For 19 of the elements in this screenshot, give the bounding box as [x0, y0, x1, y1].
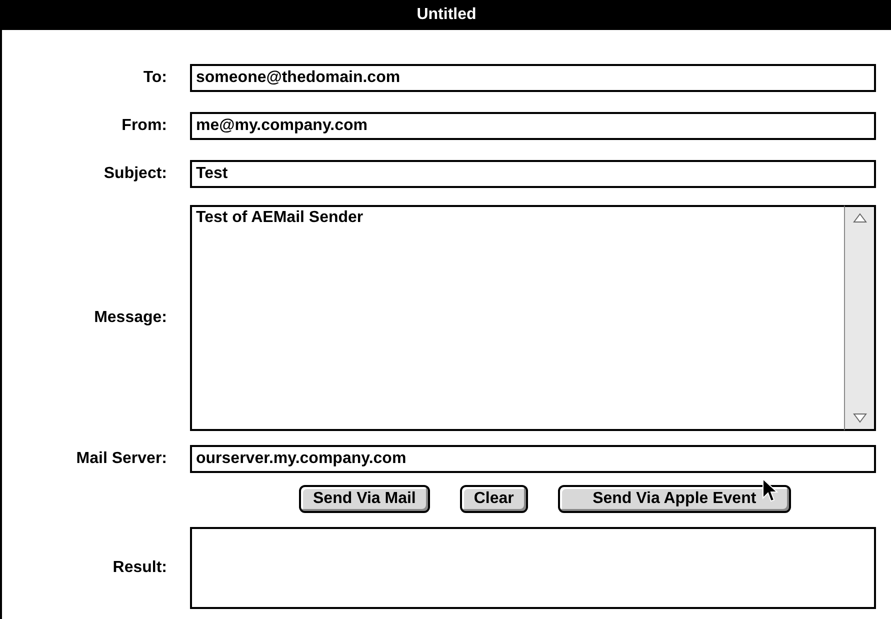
- field-label: Mail Server:: [75, 449, 167, 469]
- field-label: Result:: [112, 558, 167, 578]
- scrollbar[interactable]: [844, 205, 876, 431]
- text-field[interactable]: someone@thedomain.com: [190, 64, 876, 92]
- field-label: To:: [142, 68, 167, 88]
- text-field[interactable]: me@my.company.com: [190, 112, 876, 140]
- field-label: Message:: [93, 308, 167, 328]
- button[interactable]: Send Via Mail: [299, 485, 430, 513]
- button[interactable]: Send Via Apple Event: [558, 485, 791, 513]
- text-field[interactable]: Test: [190, 160, 876, 188]
- field-label: Subject:: [102, 164, 167, 184]
- window-title: Untitled: [2, 0, 891, 30]
- message-field[interactable]: Test of AEMail Sender: [190, 205, 844, 431]
- button[interactable]: Clear: [460, 485, 528, 513]
- scroll-down-icon[interactable]: [852, 413, 866, 423]
- field-label: From:: [120, 116, 167, 136]
- scroll-up-icon[interactable]: [852, 213, 866, 223]
- cursor-icon: [762, 478, 778, 502]
- text-field[interactable]: ourserver.my.company.com: [190, 445, 876, 473]
